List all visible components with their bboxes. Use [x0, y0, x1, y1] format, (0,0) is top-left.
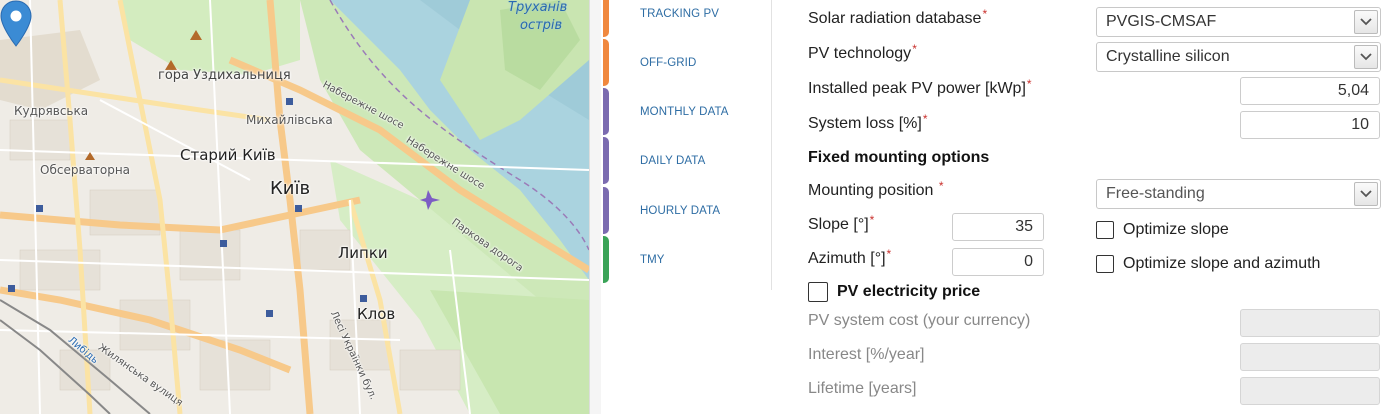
system-loss-label: System loss [%]* [808, 112, 928, 132]
optimize-slope-row[interactable]: Optimize slope [1096, 221, 1229, 239]
tab-color-bar [603, 137, 609, 184]
tab-color-bar [603, 88, 609, 135]
map-label-kudriavska: Кудрявська [14, 104, 89, 118]
interest-input[interactable] [1240, 343, 1380, 371]
map-label-klov: Клов [357, 305, 396, 323]
map-label-kyiv: Київ [270, 178, 311, 199]
calculation-tabs: TRACKING PV OFF-GRID MONTHLY DATA DAILY … [603, 0, 772, 290]
radiation-db-label: Solar radiation database* [808, 7, 988, 27]
optimize-both-row[interactable]: Optimize slope and azimuth [1096, 255, 1320, 273]
pv-price-label: PV electricity price [837, 283, 981, 300]
tab-color-bar [603, 236, 609, 283]
system-loss-input[interactable]: 10 [1240, 111, 1380, 139]
tab-label: TRACKING PV [640, 7, 720, 20]
tab-daily-data[interactable]: DAILY DATA [603, 137, 769, 184]
optimize-slope-label: Optimize slope [1123, 221, 1229, 238]
tab-label: DAILY DATA [640, 154, 706, 167]
interest-label: Interest [%/year] [808, 346, 925, 363]
tab-off-grid[interactable]: OFF-GRID [603, 39, 769, 86]
map-label-observatorna: Обсерваторна [40, 163, 131, 177]
map-label-mykhailivska: Михайлівська [246, 113, 333, 127]
peak-power-label: Installed peak PV power [kWp]* [808, 77, 1032, 97]
tab-color-bar [603, 0, 609, 37]
mounting-position-value: Free-standing [1106, 185, 1205, 202]
tab-hourly-data[interactable]: HOURLY DATA [603, 187, 769, 234]
azimuth-label: Azimuth [°]* [808, 247, 892, 267]
location-pin-icon[interactable] [0, 0, 32, 48]
chevron-down-icon[interactable] [1354, 10, 1378, 34]
map-label-staryi-kyiv: Старий Київ [180, 146, 276, 164]
pv-price-row[interactable]: PV electricity price [808, 282, 980, 302]
lifetime-label: Lifetime [years] [808, 380, 917, 397]
system-cost-label: PV system cost (your currency) [808, 312, 1031, 329]
map-panel-divider [589, 0, 601, 414]
tab-label: HOURLY DATA [640, 204, 721, 217]
optimize-slope-azimuth-label: Optimize slope and azimuth [1123, 255, 1321, 272]
grid-connected-form: Solar radiation database* PVGIS-CMSAF PV… [772, 0, 1381, 414]
optimize-slope-azimuth-checkbox[interactable] [1096, 255, 1114, 273]
pv-price-checkbox[interactable] [808, 282, 828, 302]
tab-label: MONTHLY DATA [640, 105, 729, 118]
map-label-hora: гора Уздихальниця [158, 68, 291, 83]
map-view[interactable]: Труханів острів гора Уздихальниця Кудряв… [0, 0, 589, 414]
lifetime-input[interactable] [1240, 377, 1380, 405]
tab-color-bar [603, 187, 609, 234]
system-cost-input[interactable] [1240, 309, 1380, 337]
tab-color-bar [603, 39, 609, 86]
map-label-lypky: Липки [338, 244, 388, 262]
pv-technology-select[interactable]: Crystalline silicon [1096, 42, 1381, 72]
azimuth-input[interactable]: 0 [952, 248, 1044, 276]
optimize-slope-checkbox[interactable] [1096, 221, 1114, 239]
tab-label: OFF-GRID [640, 56, 697, 69]
mounting-position-label: Mounting position * [808, 179, 944, 199]
map-label-trukhaniv: Труханів [508, 0, 568, 15]
radiation-db-select[interactable]: PVGIS-CMSAF [1096, 7, 1381, 37]
mounting-position-select[interactable]: Free-standing [1096, 179, 1381, 209]
pv-technology-label: PV technology* [808, 42, 917, 62]
chevron-down-icon[interactable] [1354, 45, 1378, 69]
tab-tmy[interactable]: TMY [603, 236, 769, 283]
slope-input[interactable]: 35 [952, 213, 1044, 241]
radiation-db-value: PVGIS-CMSAF [1106, 13, 1217, 30]
map-label-ostriv: острів [520, 18, 563, 33]
peak-power-input[interactable]: 5,04 [1240, 77, 1380, 105]
tab-label: TMY [640, 253, 665, 266]
pv-technology-value: Crystalline silicon [1106, 48, 1230, 65]
chevron-down-icon[interactable] [1354, 182, 1378, 206]
fixed-mounting-title: Fixed mounting options [808, 149, 990, 166]
tab-tracking-pv[interactable]: TRACKING PV [603, 0, 769, 37]
slope-label: Slope [°]* [808, 213, 875, 233]
tab-monthly-data[interactable]: MONTHLY DATA [603, 88, 769, 135]
